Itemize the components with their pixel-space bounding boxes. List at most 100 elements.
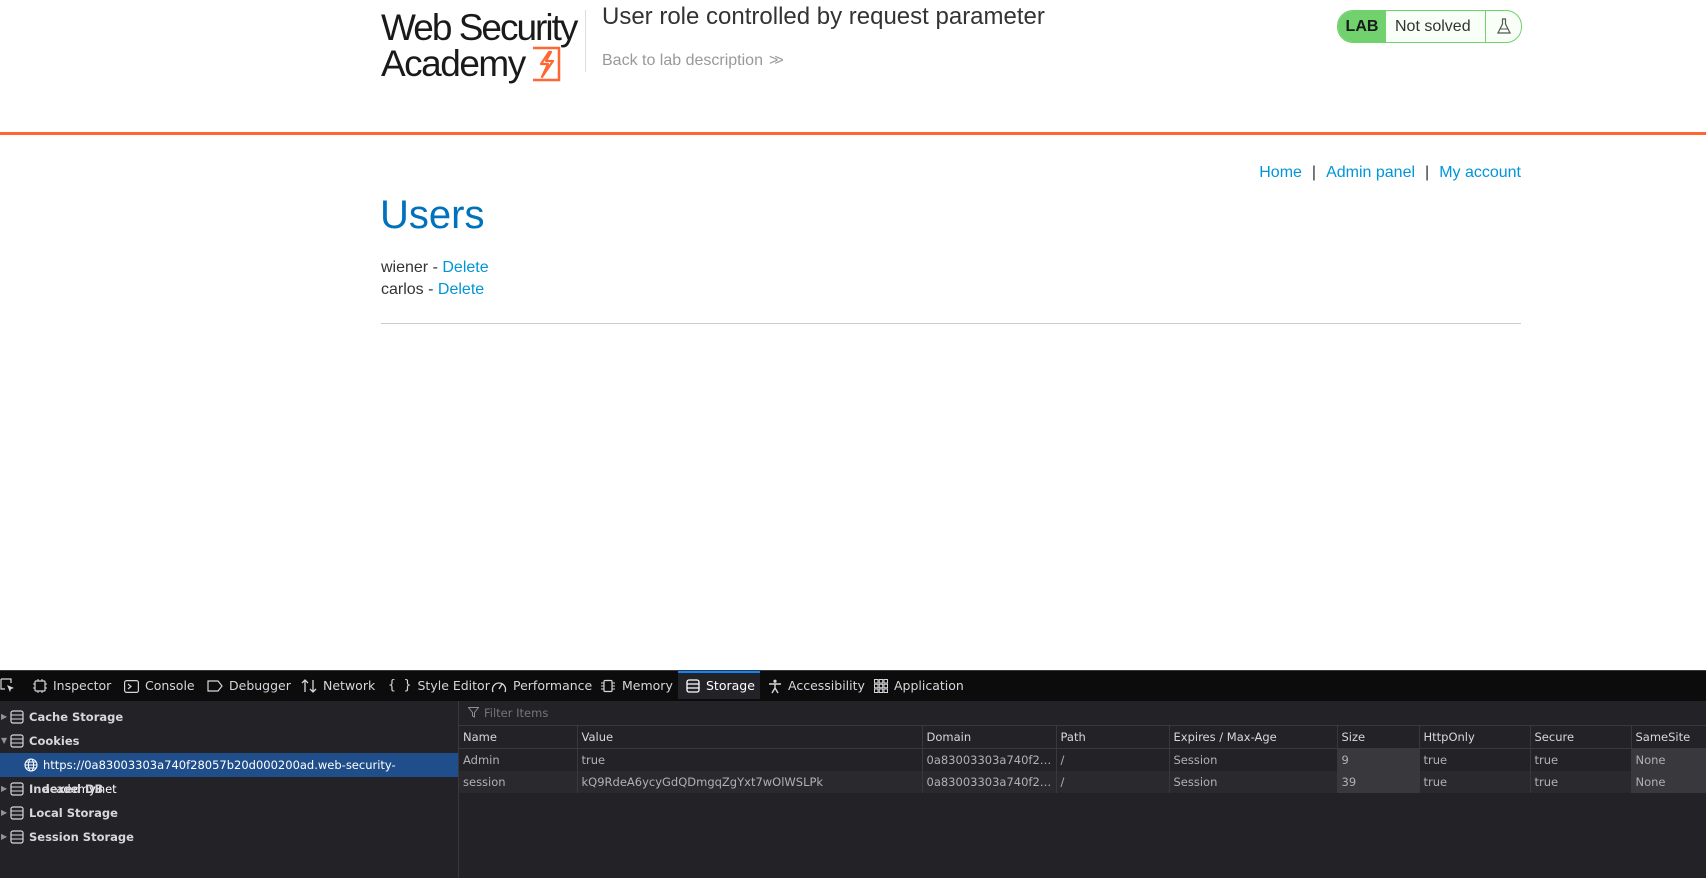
cell-secure[interactable]: true xyxy=(1530,748,1632,771)
cell-httponly[interactable]: true xyxy=(1419,748,1531,771)
delete-carlos-link[interactable]: Delete xyxy=(438,281,484,298)
content-divider xyxy=(381,323,1521,324)
cell-name[interactable]: Admin xyxy=(459,748,578,771)
tree-item-session-storage[interactable]: ▶ Session Storage xyxy=(0,825,458,849)
user-name: wiener xyxy=(381,259,429,276)
cell-value[interactable]: kQ9RdeA6ycyGdQDmgqZgYxt7wOlWSLPk xyxy=(577,771,923,793)
tab-accessibility[interactable]: Accessibility xyxy=(768,671,865,701)
lab-header: Web Security Academy User role controlle… xyxy=(0,0,1706,135)
list-item: carlos - Delete xyxy=(381,279,489,301)
tab-storage[interactable]: Storage xyxy=(678,671,760,699)
tab-inspector[interactable]: Inspector xyxy=(33,671,111,701)
cell-samesite[interactable]: None xyxy=(1631,771,1706,793)
database-icon xyxy=(10,782,24,796)
column-header-expires[interactable]: Expires / Max-Age xyxy=(1169,726,1338,749)
top-navigation: Home | Admin panel | My account xyxy=(1259,164,1521,182)
cell-value[interactable]: true xyxy=(577,748,923,771)
nav-my-account-link[interactable]: My account xyxy=(1439,164,1521,181)
tab-debugger-label: Debugger xyxy=(229,678,291,693)
tab-inspector-label: Inspector xyxy=(53,678,112,693)
tree-item-label: Cache Storage xyxy=(29,710,124,724)
filter-items-input[interactable] xyxy=(482,701,1086,725)
column-header-domain[interactable]: Domain xyxy=(922,726,1057,749)
tab-debugger[interactable]: Debugger xyxy=(207,671,291,701)
tree-item-label: Session Storage xyxy=(29,830,134,844)
filter-funnel-icon xyxy=(468,707,479,718)
lab-status-widget: LAB Not solved xyxy=(1337,10,1522,43)
debugger-icon xyxy=(207,680,223,692)
lab-status-text: Not solved xyxy=(1395,18,1471,35)
tree-item-label: Indexed DB xyxy=(29,782,104,796)
tree-item-local-storage[interactable]: ▶ Local Storage xyxy=(0,801,458,825)
column-header-httponly[interactable]: HttpOnly xyxy=(1419,726,1531,749)
cell-name[interactable]: session xyxy=(459,771,578,793)
database-icon xyxy=(10,830,24,844)
database-icon xyxy=(10,710,24,724)
cell-path[interactable]: / xyxy=(1056,771,1170,793)
table-header-row: Name Value Domain Path Expires / Max-Age… xyxy=(459,726,1706,749)
cell-expires[interactable]: Session xyxy=(1169,771,1338,793)
cell-domain[interactable]: 0a83003303a740f280... xyxy=(922,748,1057,771)
tab-application[interactable]: Application xyxy=(874,671,964,701)
column-header-name[interactable]: Name xyxy=(459,726,578,749)
tab-console-label: Console xyxy=(145,678,195,693)
tree-item-cache-storage[interactable]: ▶ Cache Storage xyxy=(0,705,458,729)
nav-home-link[interactable]: Home xyxy=(1259,164,1302,181)
tab-performance[interactable]: Performance xyxy=(491,671,592,701)
expand-arrow-icon: ▶ xyxy=(1,808,8,817)
memory-chip-icon xyxy=(601,679,615,693)
tab-accessibility-label: Accessibility xyxy=(788,678,865,693)
braces-icon: { } xyxy=(388,678,412,693)
console-icon xyxy=(124,679,139,693)
network-icon xyxy=(301,679,317,693)
tree-item-indexed-db[interactable]: ▶ Indexed DB xyxy=(0,777,458,801)
user-dash: - xyxy=(428,259,443,276)
logo-line2: Academy xyxy=(381,43,526,84)
double-chevron-right-icon: >> xyxy=(768,52,784,69)
delete-wiener-link[interactable]: Delete xyxy=(442,259,488,276)
tree-item-cookie-origin[interactable]: https://0a83003303a740f28057b20d000200ad… xyxy=(0,753,458,796)
back-to-lab-description-link[interactable]: Back to lab description >> xyxy=(602,51,784,71)
cell-size[interactable]: 39 xyxy=(1337,771,1420,793)
tree-item-cookies[interactable]: ▼ Cookies xyxy=(0,729,458,753)
cell-size[interactable]: 9 xyxy=(1337,748,1420,771)
web-security-academy-logo[interactable]: Web Security Academy xyxy=(381,7,586,84)
tree-item-label: Cookies xyxy=(29,734,80,748)
column-header-size[interactable]: Size xyxy=(1337,726,1420,749)
tab-style-editor-label: Style Editor xyxy=(417,678,490,693)
column-header-path[interactable]: Path xyxy=(1056,726,1170,749)
flask-button[interactable] xyxy=(1485,11,1521,42)
devtools-toolbar: Inspector Console Debugger Network { } S… xyxy=(0,670,1706,702)
tab-memory[interactable]: Memory xyxy=(600,671,673,701)
tab-memory-label: Memory xyxy=(622,678,673,693)
application-grid-icon xyxy=(874,679,888,693)
cell-secure[interactable]: true xyxy=(1530,771,1632,793)
tab-style-editor[interactable]: { } Style Editor xyxy=(388,671,490,701)
cookies-table: Name Value Domain Path Expires / Max-Age… xyxy=(459,726,1706,793)
column-header-value[interactable]: Value xyxy=(577,726,923,749)
cell-path[interactable]: / xyxy=(1056,748,1170,771)
tab-console[interactable]: Console xyxy=(124,671,195,701)
storage-sidebar: ▶ Cache Storage ▼ Cookies https://0a8300… xyxy=(0,701,459,878)
cell-samesite[interactable]: None xyxy=(1631,748,1706,771)
logo-line1: Web Security xyxy=(381,7,578,48)
inspector-icon xyxy=(33,679,47,693)
cell-httponly[interactable]: true xyxy=(1419,771,1531,793)
expand-arrow-icon: ▶ xyxy=(1,712,8,721)
element-picker-button[interactable] xyxy=(0,671,22,701)
column-header-samesite[interactable]: SameSite xyxy=(1631,726,1706,749)
tab-network[interactable]: Network xyxy=(301,671,375,701)
nav-admin-panel-link[interactable]: Admin panel xyxy=(1326,164,1415,181)
cell-domain[interactable]: 0a83003303a740f280... xyxy=(922,771,1057,793)
lab-title: User role controlled by request paramete… xyxy=(602,3,1045,30)
cell-expires[interactable]: Session xyxy=(1169,748,1338,771)
table-row[interactable]: session kQ9RdeA6ycyGdQDmgqZgYxt7wOlWSLPk… xyxy=(459,771,1706,793)
tab-storage-label: Storage xyxy=(706,678,755,693)
devtools-panel: Inspector Console Debugger Network { } S… xyxy=(0,670,1706,878)
collapse-arrow-icon: ▼ xyxy=(1,736,8,745)
page-title: Users xyxy=(380,193,485,237)
table-row[interactable]: Admin true 0a83003303a740f280... / Sessi… xyxy=(459,748,1706,771)
performance-gauge-icon xyxy=(491,681,507,692)
list-item: wiener - Delete xyxy=(381,257,489,279)
column-header-secure[interactable]: Secure xyxy=(1530,726,1632,749)
